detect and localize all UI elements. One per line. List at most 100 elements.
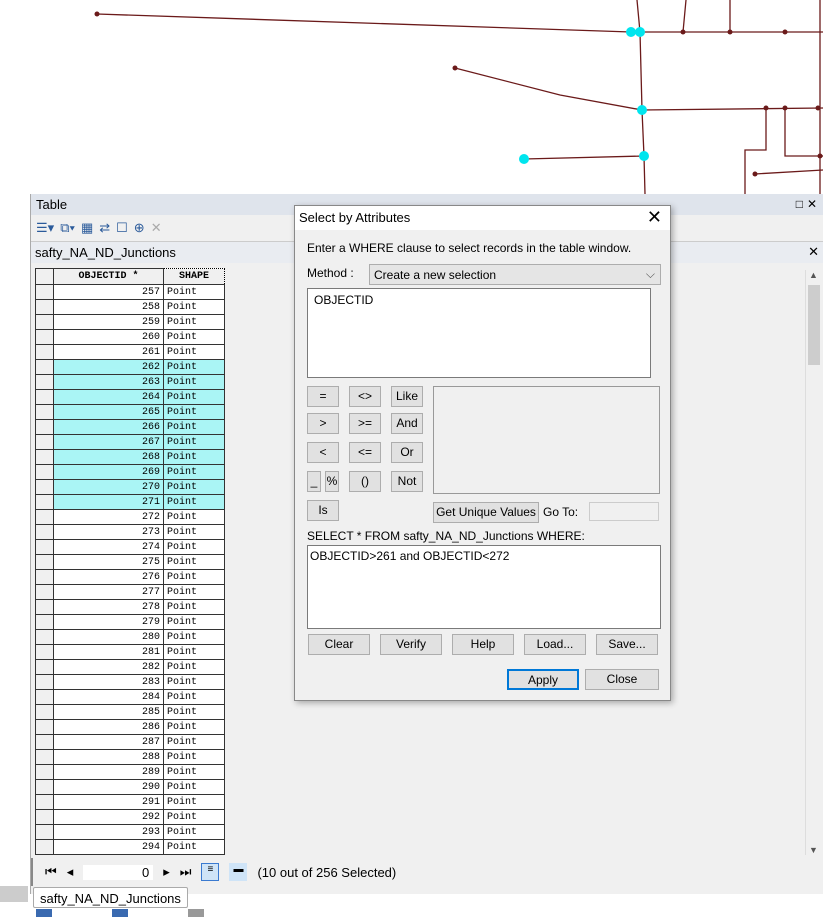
row-selector[interactable] — [35, 464, 54, 480]
apply-button[interactable]: Apply — [507, 669, 579, 690]
table-row[interactable]: 270 Point — [35, 479, 225, 495]
operator-button[interactable]: > — [307, 413, 339, 434]
row-selector[interactable] — [35, 734, 54, 750]
row-selector[interactable] — [35, 344, 54, 360]
cell-shape[interactable]: Point — [163, 764, 225, 780]
table-row[interactable]: 280 Point — [35, 629, 225, 645]
close-button[interactable]: Close — [585, 669, 659, 690]
table-row[interactable]: 288 Point — [35, 749, 225, 765]
table-row[interactable]: 260 Point — [35, 329, 225, 345]
cell-objectid[interactable]: 270 — [53, 479, 164, 495]
row-selector[interactable] — [35, 374, 54, 390]
cell-shape[interactable]: Point — [163, 524, 225, 540]
window-tab-icon[interactable] — [36, 909, 52, 917]
row-selector[interactable] — [35, 629, 54, 645]
save-button[interactable]: Save... — [596, 634, 658, 655]
operator-button[interactable]: Or — [391, 442, 423, 463]
row-selector[interactable] — [35, 704, 54, 720]
row-selector[interactable] — [35, 599, 54, 615]
cell-shape[interactable]: Point — [163, 719, 225, 735]
close-icon[interactable]: ✕ — [647, 207, 662, 228]
row-selector[interactable] — [35, 539, 54, 555]
row-selector[interactable] — [35, 284, 54, 300]
cell-objectid[interactable]: 257 — [53, 284, 164, 300]
cell-objectid[interactable]: 264 — [53, 389, 164, 405]
operator-button[interactable]: Like — [391, 386, 423, 407]
table-row[interactable]: 266 Point — [35, 419, 225, 435]
cell-shape[interactable]: Point — [163, 734, 225, 750]
row-selector[interactable] — [35, 674, 54, 690]
show-selected-records-icon[interactable]: ▬ — [229, 863, 248, 881]
operator-button[interactable]: >= — [349, 413, 381, 434]
table-row[interactable]: 268 Point — [35, 449, 225, 465]
operator-button[interactable]: Not — [391, 471, 423, 492]
window-tab-icon[interactable] — [188, 909, 204, 917]
delete-selected-icon[interactable]: ✕ — [151, 220, 162, 236]
fields-list[interactable]: OBJECTID — [307, 288, 651, 378]
table-row[interactable]: 281 Point — [35, 644, 225, 660]
table-row[interactable]: 287 Point — [35, 734, 225, 750]
cell-objectid[interactable]: 282 — [53, 659, 164, 675]
cell-shape[interactable]: Point — [163, 389, 225, 405]
first-record-icon[interactable]: ⏮ — [45, 864, 57, 880]
bottom-table-tab[interactable]: safty_NA_ND_Junctions — [33, 887, 188, 908]
cell-shape[interactable]: Point — [163, 824, 225, 840]
cell-objectid[interactable]: 265 — [53, 404, 164, 420]
cell-objectid[interactable]: 292 — [53, 809, 164, 825]
cell-shape[interactable]: Point — [163, 659, 225, 675]
operator-button[interactable]: And — [391, 413, 423, 434]
table-row[interactable]: 271 Point — [35, 494, 225, 510]
row-selector[interactable] — [35, 524, 54, 540]
cell-shape[interactable]: Point — [163, 479, 225, 495]
table-row[interactable]: 291 Point — [35, 794, 225, 810]
cell-shape[interactable]: Point — [163, 494, 225, 510]
row-selector[interactable] — [35, 404, 54, 420]
window-tab-icon[interactable] — [112, 909, 128, 917]
cell-shape[interactable]: Point — [163, 344, 225, 360]
cell-objectid[interactable]: 294 — [53, 839, 164, 855]
row-selector[interactable] — [35, 419, 54, 435]
operator-button[interactable]: <> — [349, 386, 381, 407]
cell-objectid[interactable]: 285 — [53, 704, 164, 720]
row-selector[interactable] — [35, 824, 54, 840]
cell-objectid[interactable]: 287 — [53, 734, 164, 750]
operator-button[interactable]: % — [325, 471, 339, 492]
cell-shape[interactable]: Point — [163, 374, 225, 390]
related-tables-icon[interactable]: ⧉▾ — [60, 220, 75, 236]
row-selector[interactable] — [35, 359, 54, 375]
row-selector[interactable] — [35, 434, 54, 450]
expression-textarea[interactable]: OBJECTID>261 and OBJECTID<272 — [307, 545, 661, 629]
cell-objectid[interactable]: 272 — [53, 509, 164, 525]
table-row[interactable]: 282 Point — [35, 659, 225, 675]
cell-objectid[interactable]: 266 — [53, 419, 164, 435]
table-row[interactable]: 283 Point — [35, 674, 225, 690]
previous-record-icon[interactable]: ◂ — [67, 864, 74, 880]
cell-shape[interactable]: Point — [163, 779, 225, 795]
table-row[interactable]: 272 Point — [35, 509, 225, 525]
cell-shape[interactable]: Point — [163, 449, 225, 465]
cell-objectid[interactable]: 260 — [53, 329, 164, 345]
cell-objectid[interactable]: 263 — [53, 374, 164, 390]
cell-objectid[interactable]: 275 — [53, 554, 164, 570]
table-row[interactable]: 293 Point — [35, 824, 225, 840]
row-selector[interactable] — [35, 659, 54, 675]
cell-objectid[interactable]: 277 — [53, 584, 164, 600]
cell-objectid[interactable]: 269 — [53, 464, 164, 480]
row-selector[interactable] — [35, 449, 54, 465]
scroll-thumb[interactable] — [808, 285, 820, 365]
cell-shape[interactable]: Point — [163, 464, 225, 480]
cell-objectid[interactable]: 280 — [53, 629, 164, 645]
cell-shape[interactable]: Point — [163, 599, 225, 615]
cell-shape[interactable]: Point — [163, 329, 225, 345]
row-selector[interactable] — [35, 509, 54, 525]
cell-objectid[interactable]: 258 — [53, 299, 164, 315]
row-selector[interactable] — [35, 719, 54, 735]
column-header-objectid[interactable]: OBJECTID * — [53, 268, 164, 285]
verify-button[interactable]: Verify — [380, 634, 442, 655]
cell-shape[interactable]: Point — [163, 554, 225, 570]
cell-shape[interactable]: Point — [163, 434, 225, 450]
row-selector[interactable] — [35, 569, 54, 585]
unique-values-list[interactable] — [433, 386, 660, 494]
operator-button[interactable]: Is — [307, 500, 339, 521]
table-row[interactable]: 264 Point — [35, 389, 225, 405]
